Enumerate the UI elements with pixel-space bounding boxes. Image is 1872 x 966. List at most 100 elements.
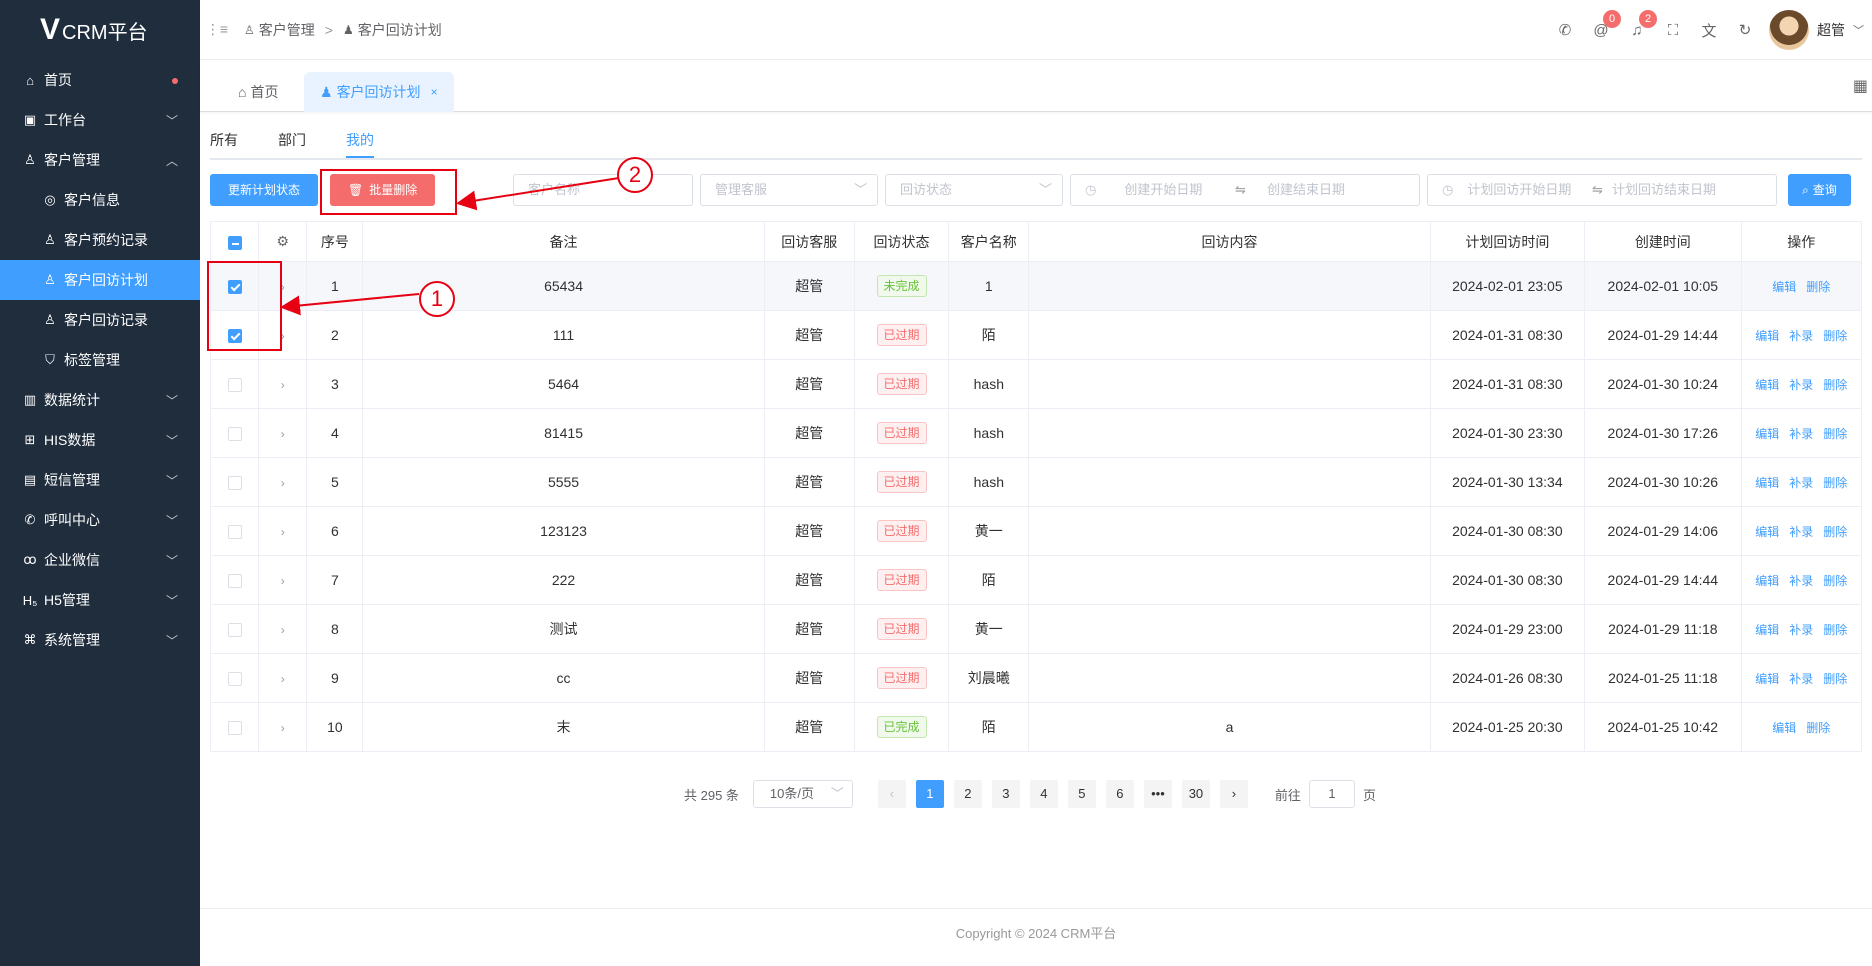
chevron-right-icon[interactable]: › (281, 623, 285, 637)
table-row[interactable]: › 6 123123 超管 已过期 黄一 2024-01-30 08:30 20… (209, 506, 1863, 556)
supplement-link[interactable]: 补录 (1789, 329, 1813, 343)
edit-link[interactable]: 编辑 (1755, 623, 1779, 637)
select-all-checkbox[interactable] (227, 235, 242, 250)
row-checkbox[interactable] (227, 427, 242, 442)
table-row[interactable]: › 10 末 超管 已完成 陌 a 2024-01-25 20:30 2024-… (209, 702, 1863, 752)
table-row[interactable]: › 7 222 超管 已过期 陌 2024-01-30 08:30 2024-0… (209, 555, 1863, 605)
next-page-button[interactable]: › (1219, 780, 1248, 808)
edit-link[interactable]: 编辑 (1772, 280, 1796, 294)
sidebar-item-tags[interactable]: ⛉ 标签管理 (0, 340, 200, 380)
edit-link[interactable]: 编辑 (1755, 329, 1779, 343)
sidebar-item-home[interactable]: ⌂ 首页 (0, 60, 200, 100)
page-button[interactable]: 4 (1029, 780, 1058, 808)
translate-icon[interactable]: ⽂ (1691, 20, 1727, 41)
tab-mine[interactable]: 我的 (346, 130, 374, 158)
more-pages-button[interactable]: ••• (1143, 780, 1172, 808)
close-icon[interactable]: × (431, 85, 438, 99)
page-button[interactable]: 6 (1105, 780, 1134, 808)
edit-link[interactable]: 编辑 (1755, 427, 1779, 441)
chevron-right-icon[interactable]: › (281, 476, 285, 490)
row-select-cell[interactable] (209, 506, 260, 556)
row-checkbox[interactable] (227, 623, 242, 638)
avatar[interactable] (1769, 10, 1809, 50)
sidebar-item-appointment-records[interactable]: ♙ 客户预约记录 (0, 220, 200, 260)
tag-home[interactable]: ⌂ 首页 (222, 72, 294, 112)
delete-link[interactable]: 删除 (1823, 476, 1847, 490)
chevron-right-icon[interactable]: › (281, 721, 285, 735)
page-button[interactable]: 30 (1181, 780, 1210, 808)
row-expand-cell[interactable]: › (258, 653, 308, 703)
breadcrumb-item[interactable]: 客户管理 (259, 20, 315, 40)
sidebar-item-statistics[interactable]: ▥ 数据统计 ﹀ (0, 380, 200, 420)
grid-menu-icon[interactable]: ▦ (1853, 76, 1868, 96)
delete-link[interactable]: 删除 (1823, 574, 1847, 588)
phone-icon[interactable]: ✆ (1547, 21, 1583, 39)
row-select-cell[interactable] (209, 359, 260, 409)
fullscreen-icon[interactable]: ⛶ (1655, 22, 1691, 39)
sidebar-item-wecom[interactable]: ꝏ 企业微信 ﹀ (0, 540, 200, 580)
sidebar-item-workbench[interactable]: ▣ 工作台 ﹀ (0, 100, 200, 140)
tab-department[interactable]: 部门 (278, 130, 306, 150)
delete-link[interactable]: 删除 (1823, 427, 1847, 441)
row-checkbox[interactable] (227, 476, 242, 491)
chevron-right-icon[interactable]: › (281, 378, 285, 392)
edit-link[interactable]: 编辑 (1755, 574, 1779, 588)
collapse-menu-icon[interactable]: ⋮≡ (202, 21, 232, 38)
row-checkbox[interactable] (227, 378, 242, 393)
delete-link[interactable]: 删除 (1823, 329, 1847, 343)
row-select-cell[interactable] (209, 604, 260, 654)
table-row[interactable]: › 3 5464 超管 已过期 hash 2024-01-31 08:30 20… (209, 359, 1863, 409)
column-settings-cell[interactable]: ⚙ (258, 221, 308, 262)
chevron-right-icon[interactable]: › (281, 672, 285, 686)
table-row[interactable]: › 5 5555 超管 已过期 hash 2024-01-30 13:34 20… (209, 457, 1863, 507)
table-row[interactable]: › 4 81415 超管 已过期 hash 2024-01-30 23:30 2… (209, 408, 1863, 458)
sidebar-item-call-center[interactable]: ✆ 呼叫中心 ﹀ (0, 500, 200, 540)
app-logo[interactable]: V CRM平台 (0, 0, 200, 60)
search-button[interactable]: ⌕ 查询 (1788, 174, 1851, 206)
row-expand-cell[interactable]: › (258, 359, 308, 409)
supplement-link[interactable]: 补录 (1789, 476, 1813, 490)
row-select-cell[interactable] (209, 555, 260, 605)
row-expand-cell[interactable]: › (258, 555, 308, 605)
delete-link[interactable]: 删除 (1823, 672, 1847, 686)
plan-date-range[interactable]: ◷ 计划回访开始日期 ⇋ 计划回访结束日期 (1427, 174, 1777, 206)
edit-link[interactable]: 编辑 (1755, 476, 1779, 490)
row-expand-cell[interactable]: › (258, 457, 308, 507)
chevron-right-icon[interactable]: › (281, 427, 285, 441)
row-checkbox[interactable] (227, 721, 242, 736)
sidebar-item-sms[interactable]: ▤ 短信管理 ﹀ (0, 460, 200, 500)
row-checkbox[interactable] (227, 672, 242, 687)
prev-page-button[interactable]: ‹ (877, 780, 906, 808)
manager-select[interactable]: 管理客服 ﹀ (700, 174, 878, 206)
edit-link[interactable]: 编辑 (1755, 672, 1779, 686)
table-row[interactable]: › 8 测试 超管 已过期 黄一 2024-01-29 23:00 2024-0… (209, 604, 1863, 654)
page-button[interactable]: 3 (991, 780, 1020, 808)
row-checkbox[interactable] (227, 525, 242, 540)
row-expand-cell[interactable]: › (258, 506, 308, 556)
at-mail-icon[interactable]: @0 (1583, 9, 1621, 39)
sidebar-item-system[interactable]: ⌘ 系统管理 ﹀ (0, 620, 200, 660)
create-date-range[interactable]: ◷ 创建开始日期 ⇋ 创建结束日期 (1070, 174, 1420, 206)
supplement-link[interactable]: 补录 (1789, 427, 1813, 441)
page-size-select[interactable]: 10条/页 ﹀ (752, 780, 853, 808)
sidebar-item-his[interactable]: ⊞ HIS数据 ﹀ (0, 420, 200, 460)
sidebar-item-h5[interactable]: H₅ H5管理 ﹀ (0, 580, 200, 620)
row-select-cell[interactable] (209, 653, 260, 703)
customer-name-input[interactable]: 客户名称 (513, 174, 693, 206)
table-row[interactable]: › 9 cc 超管 已过期 刘晨曦 2024-01-26 08:30 2024-… (209, 653, 1863, 703)
sidebar-item-customer-info[interactable]: ◎ 客户信息 (0, 180, 200, 220)
delete-link[interactable]: 删除 (1823, 378, 1847, 392)
delete-link[interactable]: 删除 (1806, 280, 1830, 294)
sidebar-item-followup-plan[interactable]: ♙ 客户回访计划 (0, 260, 200, 300)
bell-icon[interactable]: ♫ 2 (1619, 9, 1657, 39)
row-select-cell[interactable] (209, 702, 260, 752)
edit-link[interactable]: 编辑 (1755, 378, 1779, 392)
update-status-button[interactable]: 更新计划状态 (210, 174, 319, 206)
row-expand-cell[interactable]: › (258, 408, 308, 458)
row-select-cell[interactable] (209, 457, 260, 507)
page-button[interactable]: 2 (953, 780, 982, 808)
page-button[interactable]: 1 (915, 780, 944, 808)
supplement-link[interactable]: 补录 (1789, 623, 1813, 637)
select-all-cell[interactable] (209, 221, 260, 262)
table-row[interactable]: › 2 111 超管 已过期 陌 2024-01-31 08:30 2024-0… (209, 310, 1863, 360)
